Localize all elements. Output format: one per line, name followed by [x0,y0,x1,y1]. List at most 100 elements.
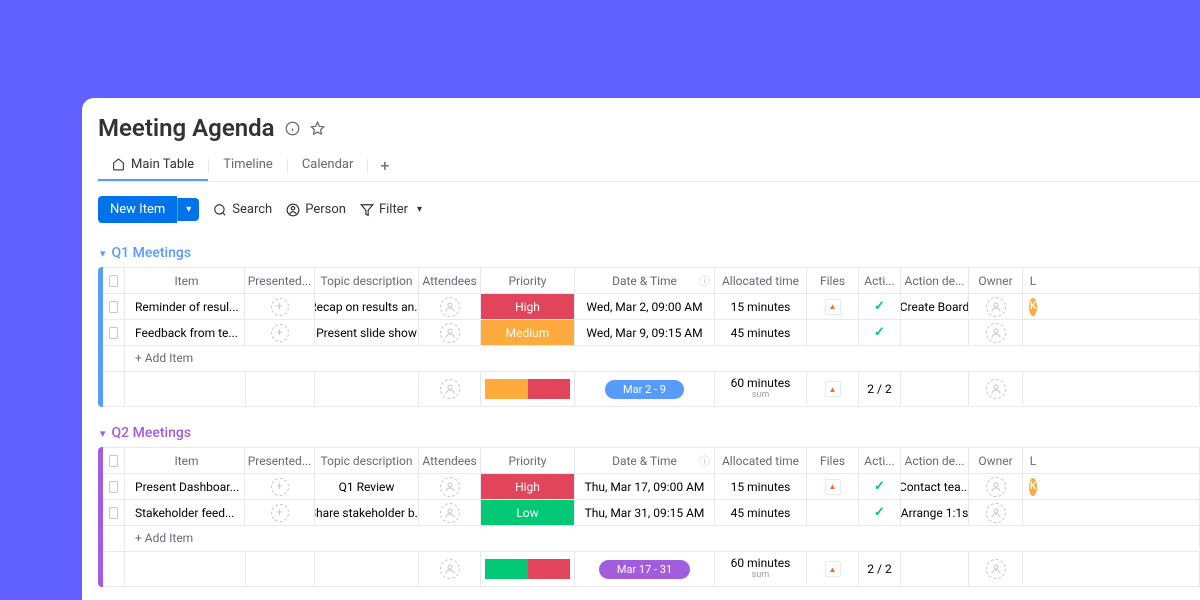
attendees[interactable] [419,500,481,525]
files[interactable] [807,500,859,525]
add-item-row[interactable]: + Add Item [103,346,1199,372]
col-owner[interactable]: Owner [969,268,1023,293]
col-presented[interactable]: Presented... [245,268,315,293]
info-icon[interactable]: ⓘ [699,453,710,469]
datetime[interactable]: Thu, Mar 17, 09:00 AM [575,474,715,499]
tab-calendar[interactable]: Calendar [288,150,368,181]
add-item-row[interactable]: + Add Item [103,526,1199,552]
presented-by[interactable]: + [245,294,315,319]
table-row[interactable]: Stakeholder feed... + Share stakeholder b.… [103,500,1199,526]
files[interactable]: ▲ [807,474,859,499]
presented-by[interactable]: + [245,500,315,525]
add-person-icon[interactable]: + [271,324,289,342]
col-action[interactable]: Acti... [859,268,901,293]
presented-by[interactable]: + [245,474,315,499]
item-name[interactable]: Present Dashboar... [125,474,245,499]
priority[interactable]: Low [481,500,575,525]
allocated-time[interactable]: 15 minutes [715,294,807,319]
col-files[interactable]: Files [807,448,859,473]
person-icon[interactable] [440,477,460,497]
col-actiondet[interactable]: Action de... [901,448,969,473]
person-button[interactable]: Person [286,202,346,217]
action-check[interactable]: ✓ [859,500,901,525]
col-datetime[interactable]: Date & Timeⓘ [575,448,715,473]
tab-timeline[interactable]: Timeline [209,150,287,181]
row-checkbox[interactable] [103,474,125,499]
file-icon[interactable]: ▲ [825,479,841,495]
group-header[interactable]: ▾Q2 Meetings [100,425,1200,441]
extra[interactable] [1023,320,1043,345]
row-checkbox[interactable] [103,500,125,525]
row-checkbox[interactable] [103,320,125,345]
col-owner[interactable]: Owner [969,448,1023,473]
owner[interactable] [969,500,1023,525]
add-person-icon[interactable]: + [271,504,289,522]
col-topic[interactable]: Topic description [315,268,419,293]
info-icon[interactable] [285,121,300,136]
col-priority[interactable]: Priority [481,448,575,473]
attendees[interactable] [419,320,481,345]
col-extra[interactable]: L [1023,448,1043,473]
col-priority[interactable]: Priority [481,268,575,293]
info-icon[interactable]: ⓘ [699,273,710,289]
datetime[interactable]: Wed, Mar 9, 09:15 AM [575,320,715,345]
action-detail[interactable] [901,320,969,345]
table-row[interactable]: Reminder of resul...+Recap on results an… [103,294,1199,320]
item-name[interactable]: Stakeholder feed... [125,500,245,525]
tab-main-table[interactable]: Main Table [98,150,208,181]
file-icon[interactable]: ▲ [825,299,841,315]
datetime[interactable]: Wed, Mar 2, 09:00 AM [575,294,715,319]
files[interactable]: ▲ [807,294,859,319]
attendees[interactable] [419,474,481,499]
person-icon[interactable] [986,477,1006,497]
col-presented[interactable]: Presented... [245,448,315,473]
person-icon[interactable] [986,503,1006,523]
topic-description[interactable]: Share stakeholder b... [315,500,419,525]
file-icon[interactable]: ▲ [825,561,841,577]
allocated-time[interactable]: 15 minutes [715,474,807,499]
group-header[interactable]: ▾ Q1 Meetings [100,245,1200,261]
col-item[interactable]: Item [125,268,245,293]
col-alloc[interactable]: Allocated time [715,268,807,293]
search-button[interactable]: Search [213,202,272,217]
table-row[interactable]: Feedback from te... + Present slide show Me… [103,320,1199,346]
col-alloc[interactable]: Allocated time [715,448,807,473]
action-detail[interactable]: Contact tea... [901,474,969,499]
action-check[interactable]: ✓ [859,320,901,345]
tab-add[interactable]: + [368,150,401,181]
chevron-down-icon[interactable]: ▾ [100,427,106,440]
topic-description[interactable]: Recap on results an... [315,294,419,319]
item-name[interactable]: Feedback from te... [125,320,245,345]
table-row[interactable]: Present Dashboar...+Q1 ReviewHighThu, Ma… [103,474,1199,500]
priority[interactable]: Medium [481,320,575,345]
action-detail[interactable]: Create Board [901,294,969,319]
owner[interactable] [969,474,1023,499]
col-extra[interactable]: L [1023,268,1043,293]
col-actiondet[interactable]: Action de... [901,268,969,293]
topic-description[interactable]: Q1 Review [315,474,419,499]
owner[interactable] [969,294,1023,319]
col-datetime[interactable]: Date & Timeⓘ [575,268,715,293]
allocated-time[interactable]: 45 minutes [715,320,807,345]
row-checkbox[interactable] [103,294,125,319]
filter-button[interactable]: Filter ▾ [360,202,422,217]
star-icon[interactable] [310,121,325,136]
attendees[interactable] [419,294,481,319]
topic-description[interactable]: Present slide show [315,320,419,345]
col-topic[interactable]: Topic description [315,448,419,473]
person-icon[interactable] [986,297,1006,317]
person-icon[interactable] [986,323,1006,343]
owner[interactable] [969,320,1023,345]
new-item-label[interactable]: New Item [98,196,177,223]
chevron-down-icon[interactable]: ▾ [100,247,106,260]
col-item[interactable]: Item [125,448,245,473]
col-attendees[interactable]: Attendees [419,448,481,473]
add-person-icon[interactable]: + [271,298,289,316]
files[interactable] [807,320,859,345]
select-all-checkbox[interactable] [103,448,125,473]
group-title[interactable]: Q1 Meetings [112,245,192,261]
col-files[interactable]: Files [807,268,859,293]
action-check[interactable]: ✓ [859,474,901,499]
new-item-button[interactable]: New Item ▾ [98,196,199,223]
action-check[interactable]: ✓ [859,294,901,319]
